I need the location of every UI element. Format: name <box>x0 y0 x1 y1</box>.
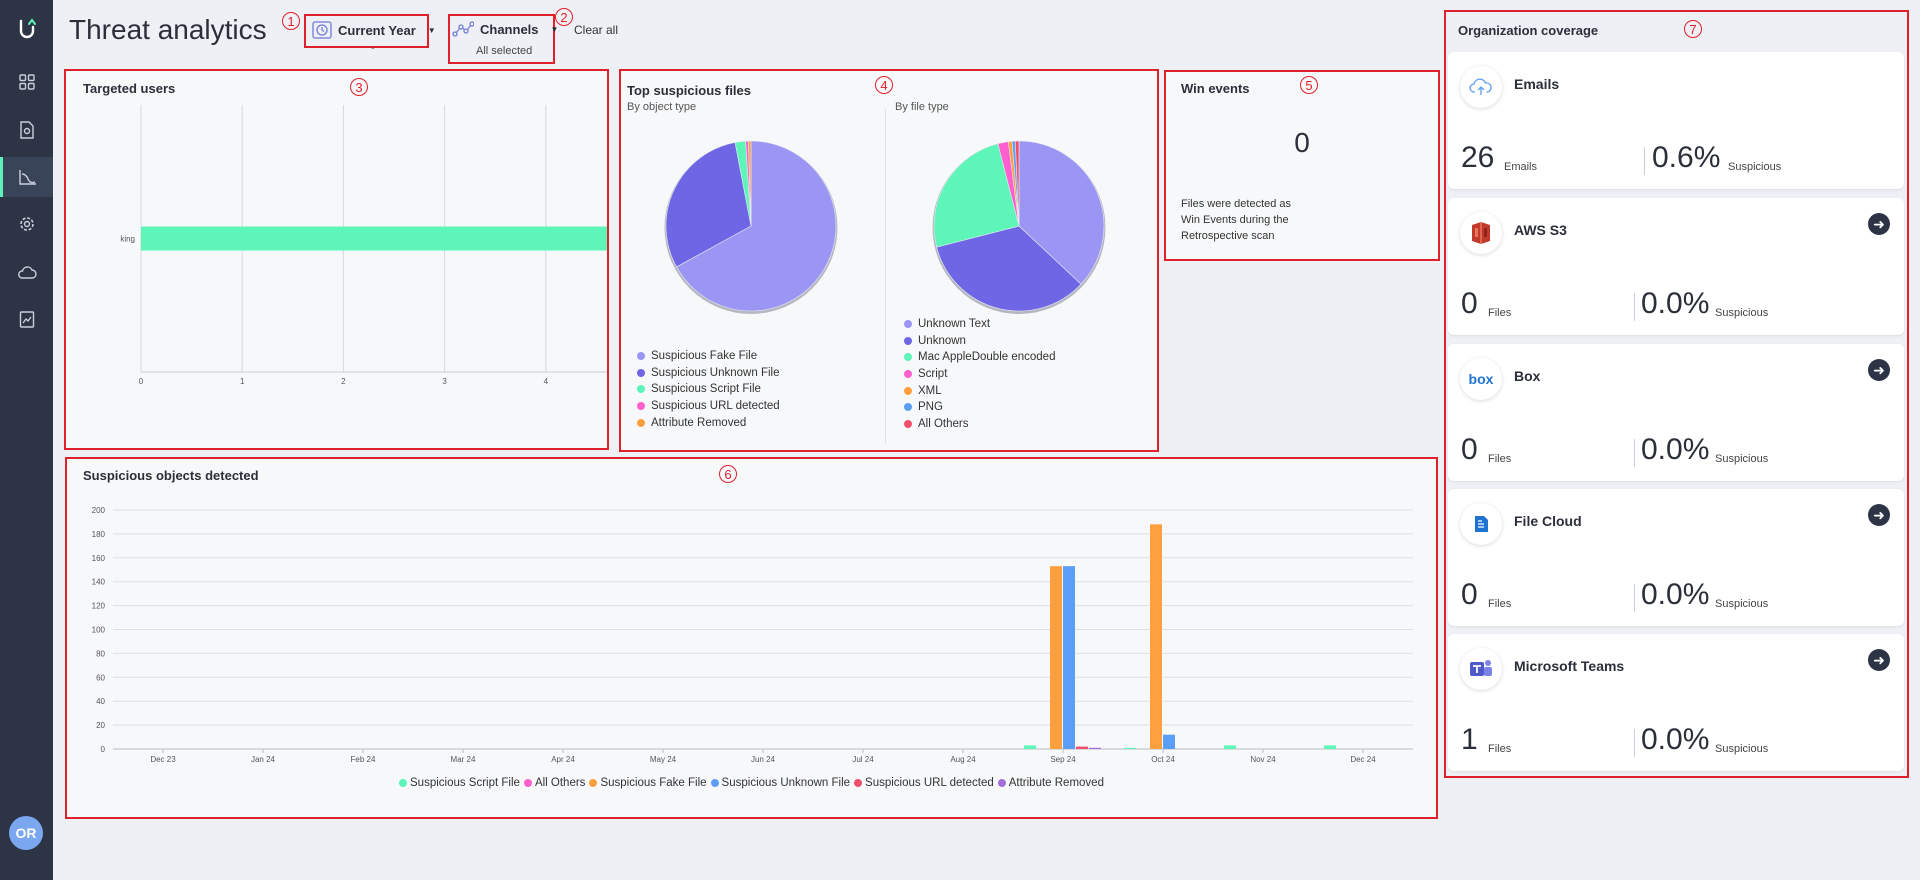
clock-icon <box>312 21 332 39</box>
annotation-box-5 <box>1164 70 1440 261</box>
nav-cloud[interactable] <box>0 252 53 292</box>
logo-icon[interactable] <box>15 17 39 41</box>
channels-icon <box>452 21 474 37</box>
analytics-chart-icon <box>19 170 36 185</box>
channels-filter[interactable]: Channels ▼ <box>452 21 558 37</box>
page-title: Threat analytics <box>69 14 267 45</box>
file-scan-icon <box>19 121 34 139</box>
nav-file-scan[interactable] <box>0 110 53 150</box>
nav-reports[interactable] <box>0 299 53 339</box>
channels-filter-sub: All selected <box>476 45 533 57</box>
period-filter-sub: - <box>371 42 375 54</box>
nav-analytics[interactable] <box>0 157 53 197</box>
period-filter[interactable]: Current Year ▼ <box>312 21 436 39</box>
annotation-box-4 <box>619 69 1159 452</box>
report-icon <box>19 310 34 328</box>
avatar[interactable]: OR <box>9 816 43 850</box>
chevron-down-icon: ▼ <box>427 25 436 35</box>
annotation-marker-1: 1 <box>282 12 300 30</box>
channels-filter-label: Channels <box>480 21 539 37</box>
annotation-box-6 <box>65 457 1438 819</box>
nav-settings[interactable] <box>0 204 53 244</box>
annotation-box-7 <box>1444 10 1909 778</box>
dashboard-icon <box>18 74 35 90</box>
nav-dashboard[interactable] <box>0 62 53 102</box>
clear-all-link[interactable]: Clear all <box>574 23 618 37</box>
chevron-down-icon: ▼ <box>550 24 559 34</box>
cloud-icon <box>17 266 37 279</box>
annotation-box-3 <box>64 69 609 450</box>
period-filter-label: Current Year <box>338 22 416 38</box>
sidebar: OR <box>0 0 53 880</box>
gear-icon <box>19 217 34 231</box>
